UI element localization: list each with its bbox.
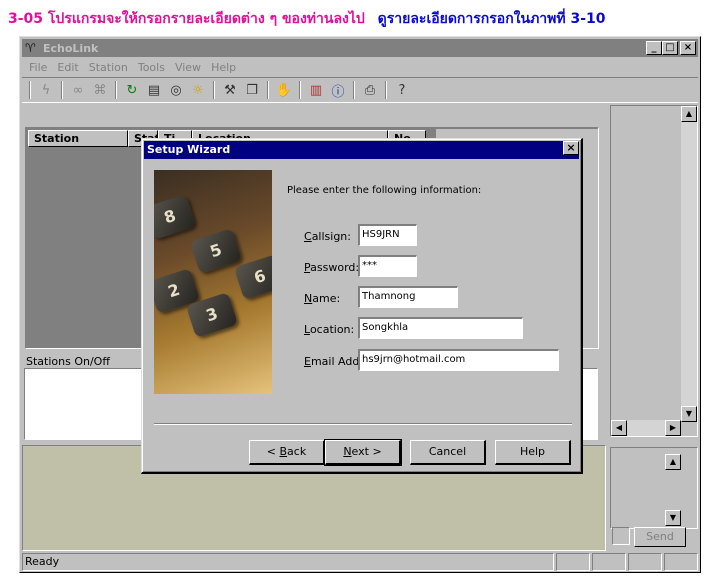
tools-icon[interactable]: ⚒ bbox=[220, 80, 240, 100]
maximize-button[interactable]: □ bbox=[662, 41, 678, 55]
col-header-station[interactable]: Station bbox=[28, 130, 128, 147]
dialog-close-button[interactable]: × bbox=[563, 141, 579, 155]
callsign-field[interactable]: HS9JRN bbox=[358, 224, 417, 246]
menu-help[interactable]: Help bbox=[206, 59, 241, 77]
calc-key: 8 bbox=[154, 194, 197, 240]
callsign-label: Callsign: bbox=[304, 230, 351, 243]
help-icon[interactable]: ? bbox=[392, 80, 412, 100]
windows-icon[interactable]: ❐ bbox=[242, 80, 262, 100]
setup-wizard-dialog: Setup Wizard × 8 5 2 3 6 Please enter th… bbox=[141, 138, 583, 474]
chart-icon[interactable]: ▥ bbox=[306, 80, 326, 100]
info-page-icon[interactable]: ▤ bbox=[144, 80, 164, 100]
info-pane-hscroll[interactable]: ◀ ▶ bbox=[611, 420, 681, 436]
email-field[interactable]: hs9jrn@hotmail.com bbox=[358, 349, 559, 371]
scroll-down-icon[interactable]: ▼ bbox=[665, 510, 681, 526]
echolink-app-icon: ♈ bbox=[25, 41, 36, 55]
refresh-icon[interactable]: ↻ bbox=[122, 80, 142, 100]
password-field[interactable]: *** bbox=[358, 255, 417, 277]
caption-part2: ดูรายละเอียดการกรอกในภาพที่ 3-10 bbox=[377, 11, 606, 27]
printer-icon[interactable]: ⎙ bbox=[360, 80, 380, 100]
stations-onoff-label: Stations On/Off bbox=[26, 355, 110, 368]
scroll-down-icon[interactable]: ▼ bbox=[681, 406, 697, 422]
status-cell bbox=[664, 553, 698, 571]
help-button[interactable]: Help bbox=[495, 440, 571, 465]
dialog-intro: Please enter the following information: bbox=[287, 185, 482, 196]
send-button[interactable]: Send bbox=[634, 527, 686, 547]
window-controls: _ □ × bbox=[646, 41, 696, 55]
info-pane: ▲ ▼ ◀ ▶ bbox=[610, 105, 698, 437]
scroll-right-icon[interactable]: ▶ bbox=[665, 420, 681, 436]
toolbar-separator bbox=[213, 81, 215, 99]
menu-file[interactable]: File bbox=[24, 59, 52, 77]
toolbar-separator bbox=[385, 81, 387, 99]
cancel-button[interactable]: Cancel bbox=[410, 440, 486, 465]
toolbar-separator bbox=[115, 81, 117, 99]
calculator-keypad-image: 8 5 2 3 6 bbox=[154, 170, 272, 394]
scroll-up-icon[interactable]: ▲ bbox=[665, 454, 681, 470]
back-button[interactable]: < Back bbox=[249, 440, 325, 465]
message-input[interactable]: ▲ ▼ bbox=[610, 447, 698, 529]
menu-tools[interactable]: Tools bbox=[133, 59, 170, 77]
status-cell bbox=[592, 553, 626, 571]
status-cell bbox=[628, 553, 662, 571]
location-label: Location: bbox=[304, 323, 355, 336]
minimize-button[interactable]: _ bbox=[646, 41, 662, 55]
window-title: EchoLink bbox=[43, 41, 99, 55]
window-titlebar[interactable]: ♈ EchoLink _ □ × bbox=[22, 39, 698, 57]
close-button[interactable]: × bbox=[680, 41, 696, 55]
calc-key: 5 bbox=[189, 228, 243, 274]
toolbar-separator bbox=[299, 81, 301, 99]
name-field[interactable]: Thamnong bbox=[358, 286, 458, 308]
status-text: Ready bbox=[22, 553, 554, 571]
next-button[interactable]: Next > bbox=[324, 439, 402, 466]
hand-icon[interactable]: ✋ bbox=[274, 80, 294, 100]
password-label: Password: bbox=[304, 261, 360, 274]
status-cell bbox=[556, 553, 590, 571]
menu-edit[interactable]: Edit bbox=[52, 59, 83, 77]
lightning-icon[interactable]: ϟ bbox=[36, 80, 56, 100]
menubar: File Edit Station Tools View Help bbox=[24, 59, 241, 77]
dialog-titlebar[interactable]: Setup Wizard bbox=[144, 141, 579, 159]
sun-icon[interactable]: ☼ bbox=[188, 80, 208, 100]
toolbar-separator bbox=[353, 81, 355, 99]
figure-caption: 3-05 โปรแกรมจะให้กรอกรายละเอียดต่าง ๆ ขอ… bbox=[8, 8, 606, 32]
toolbar-separator bbox=[29, 81, 31, 99]
send-checkbox[interactable] bbox=[612, 527, 630, 545]
scroll-up-icon[interactable]: ▲ bbox=[681, 106, 697, 122]
caption-part1: 3-05 โปรแกรมจะให้กรอกรายละเอียดต่าง ๆ ขอ… bbox=[8, 11, 365, 27]
dialog-separator bbox=[154, 423, 572, 425]
name-label: Name: bbox=[304, 292, 341, 305]
toolbar-separator bbox=[267, 81, 269, 99]
scroll-left-icon[interactable]: ◀ bbox=[611, 420, 627, 436]
toolbar: ϟ ∞ ⌘ ↻ ▤ ◎ ☼ ⚒ ❐ ✋ ▥ ⓘ ⎙ ? bbox=[22, 77, 698, 103]
menu-station[interactable]: Station bbox=[84, 59, 133, 77]
link-icon[interactable]: ∞ bbox=[68, 80, 88, 100]
menu-view[interactable]: View bbox=[170, 59, 206, 77]
calc-key: 6 bbox=[233, 254, 272, 300]
info-pane-vscroll[interactable]: ▲ ▼ bbox=[681, 106, 697, 422]
statusbar: Ready bbox=[22, 553, 698, 571]
unlink-icon[interactable]: ⌘ bbox=[90, 80, 110, 100]
location-field[interactable]: Songkhla bbox=[358, 317, 523, 339]
binoculars-icon[interactable]: ◎ bbox=[166, 80, 186, 100]
toolbar-separator bbox=[61, 81, 63, 99]
info-icon[interactable]: ⓘ bbox=[328, 80, 348, 100]
